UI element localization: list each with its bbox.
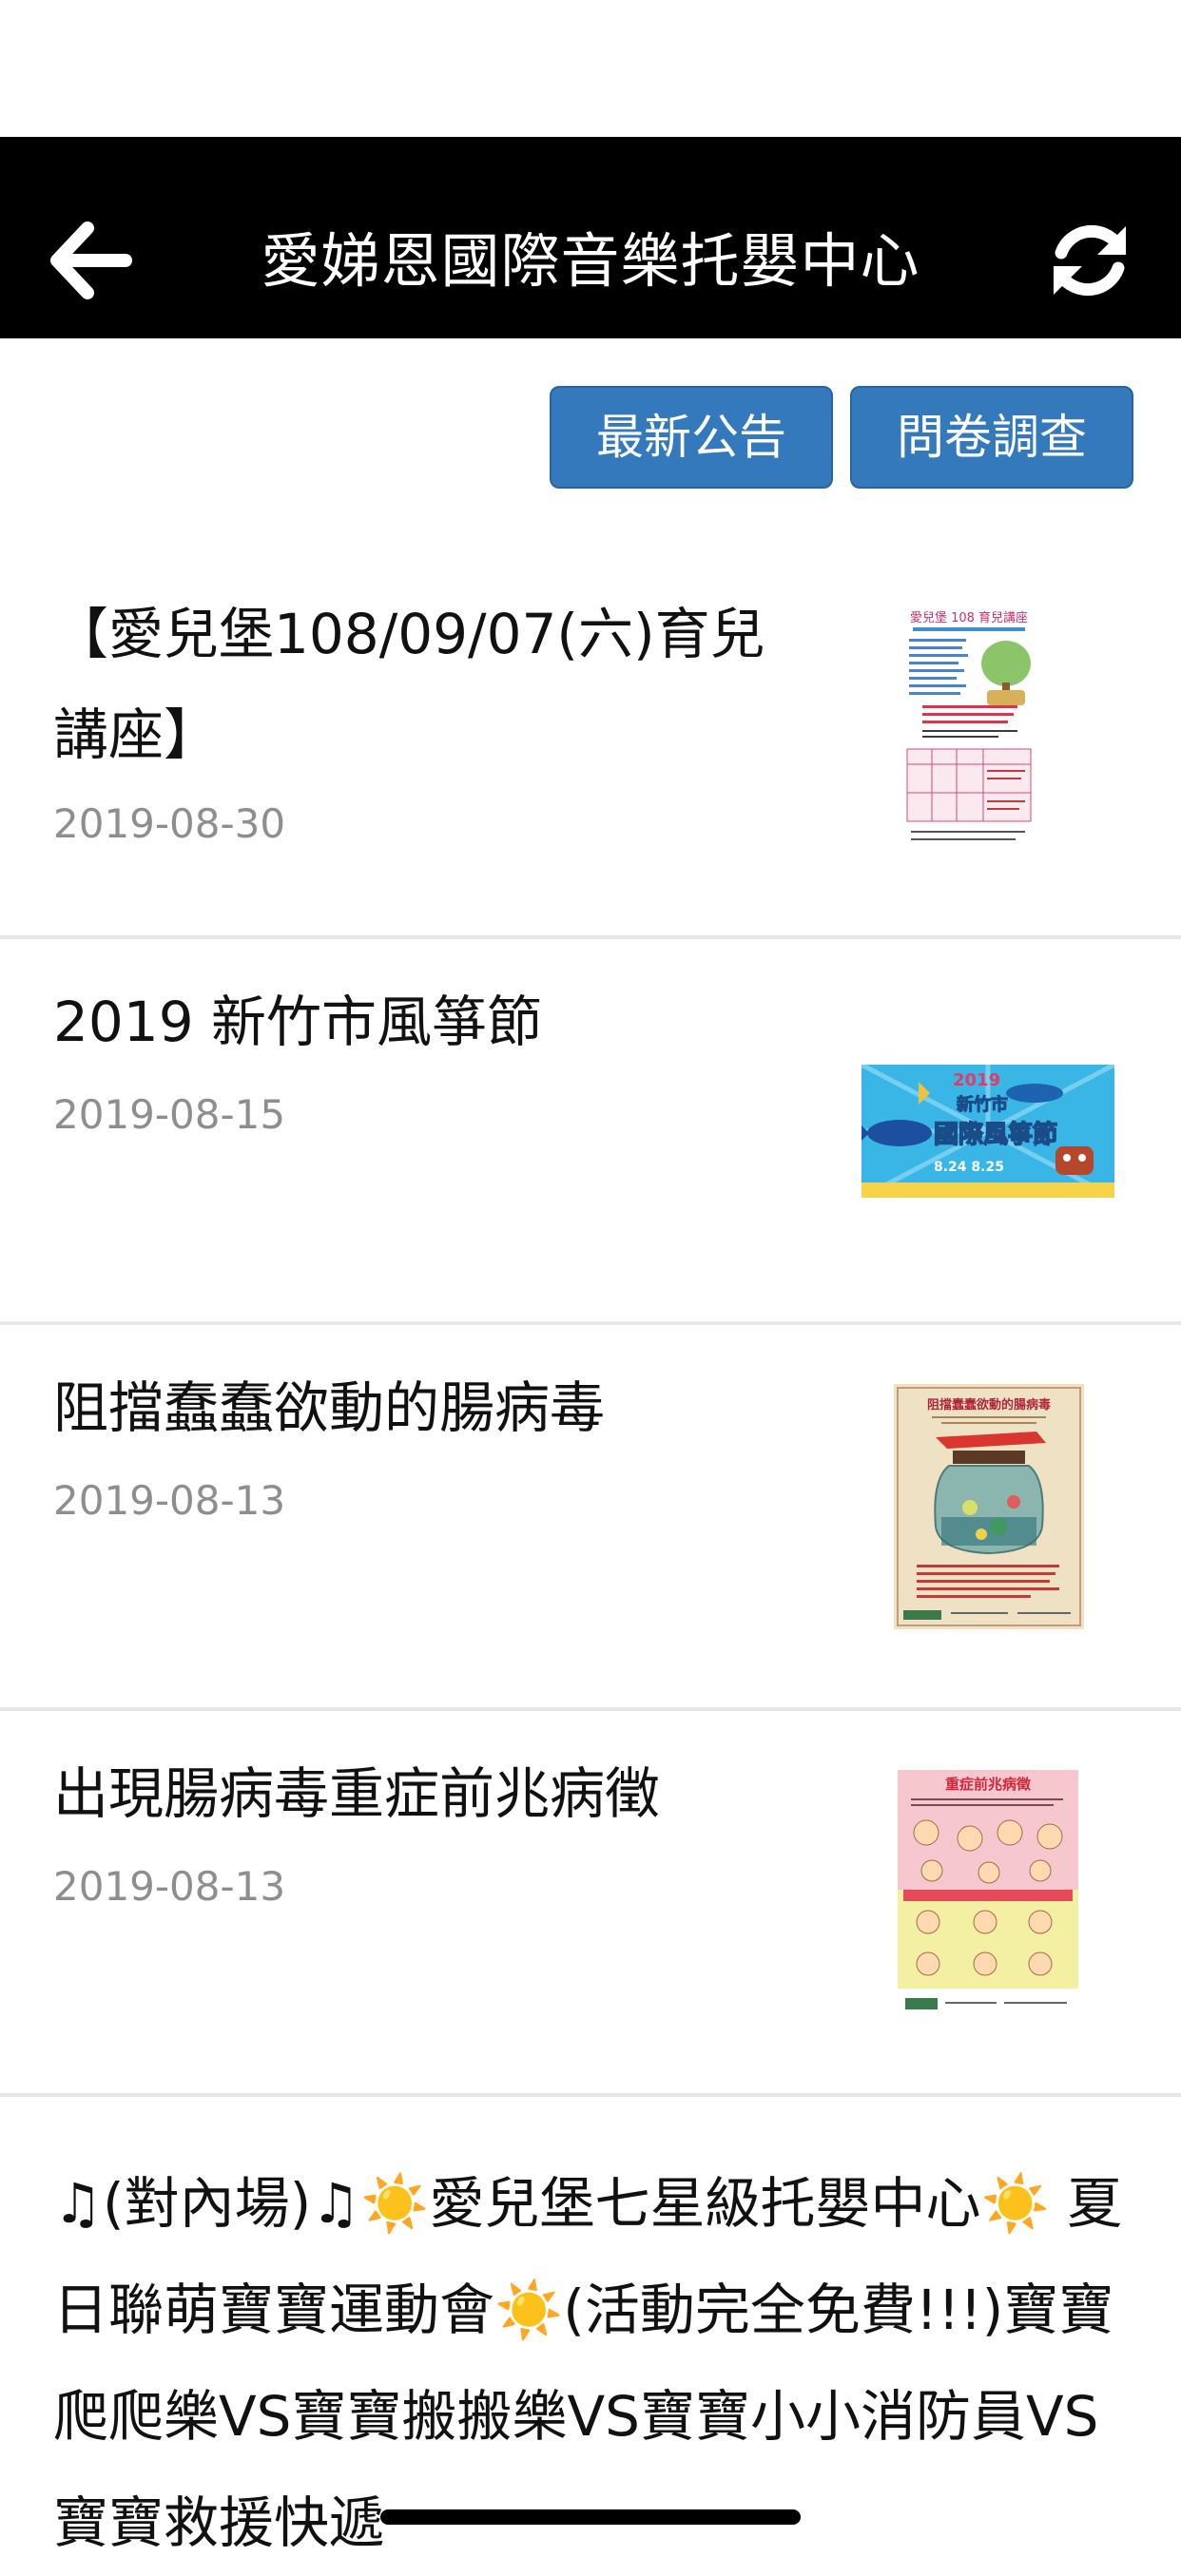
list-item[interactable]: 2019 新竹市風箏節 2019-08-15 2019 新竹市 國際風箏節 8.…: [0, 939, 1181, 1325]
nav-bar: 愛娣恩國際音樂托嬰中心: [0, 137, 1181, 338]
kite-name-text: 國際風箏節: [934, 1120, 1057, 1149]
kite-city-text: 新竹市: [957, 1094, 1008, 1115]
post-title: 【愛兒堡108/09/07(六)育兒講座】: [53, 602, 765, 767]
symptoms-poster-text: 重症前兆病徵: [945, 1776, 1032, 1793]
post-title: 2019 新竹市風箏節: [53, 990, 543, 1054]
list-item[interactable]: 【愛兒堡108/09/07(六)育兒講座】 2019-08-30 愛兒堡 108…: [0, 538, 1181, 939]
post-date: 2019-08-15: [53, 1091, 286, 1138]
home-indicator[interactable]: [380, 2509, 801, 2525]
lecture-flyer-text: 愛兒堡 108 育兒講座: [910, 610, 1028, 625]
latest-news-button[interactable]: 最新公告: [550, 386, 833, 489]
post-date: 2019-08-13: [53, 1863, 286, 1910]
refresh-button[interactable]: [1046, 217, 1133, 304]
refresh-icon: [1054, 224, 1126, 297]
enterovirus-symptoms-thumbnail: 重症前兆病徵: [898, 1770, 1078, 2019]
list-item[interactable]: 阻擋蠢蠢欲動的腸病毒 2019-08-13 阻擋蠢蠢欲動的腸病毒: [0, 1325, 1181, 1711]
virus-poster-text: 阻擋蠢蠢欲動的腸病毒: [927, 1397, 1051, 1413]
page-title: 愛娣恩國際音樂托嬰中心: [261, 226, 920, 296]
kite-year-text: 2019: [953, 1070, 1000, 1090]
post-title: 阻擋蠢蠢欲動的腸病毒: [53, 1375, 606, 1440]
post-date: 2019-08-30: [53, 800, 286, 847]
enterovirus-poster-thumbnail: 阻擋蠢蠢欲動的腸病毒: [894, 1384, 1084, 1629]
survey-button[interactable]: 問卷調查: [850, 386, 1133, 489]
kite-festival-thumbnail: 2019 新竹市 國際風箏節 8.24 8.25: [862, 1065, 1114, 1198]
post-date: 2019-08-13: [53, 1477, 286, 1524]
lecture-flyer-thumbnail: 愛兒堡 108 育兒講座: [903, 606, 1035, 852]
kite-dates-text: 8.24 8.25: [934, 1160, 1004, 1175]
post-title: 出現腸病毒重症前兆病徵: [53, 1761, 661, 1826]
status-bar: [0, 0, 1181, 137]
list-item[interactable]: 出現腸病毒重症前兆病徵 2019-08-13 重症前兆病徵: [0, 1711, 1181, 2097]
